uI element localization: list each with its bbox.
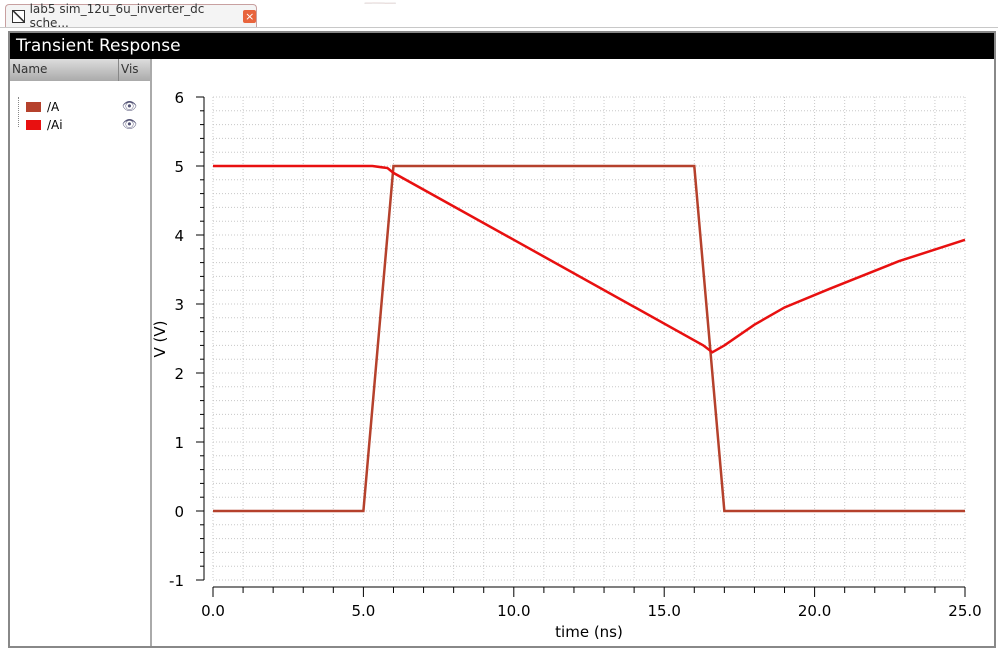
y-tick-label: 5 — [174, 158, 184, 176]
y-tick-label: 4 — [174, 227, 184, 245]
series-A — [213, 164, 965, 513]
y-tick-label: 6 — [174, 89, 184, 107]
y-tick-label: 0 — [174, 503, 184, 521]
y-axis-label: V (V) — [151, 321, 169, 358]
y-tick-label: -1 — [169, 572, 184, 590]
x-tick-label: 15.0 — [647, 602, 680, 620]
plot-area[interactable]: 0.0 5.0 10.0 15.0 20.0 25.0 6 5 4 3 2 1 0 -1 time (ns)… — [0, 0, 998, 649]
x-tick-label: 20.0 — [798, 602, 831, 620]
x-tick-label: 0.0 — [201, 602, 225, 620]
y-tick-label: 3 — [174, 296, 184, 314]
y-tick-label: 2 — [174, 365, 184, 383]
x-tick-label: 25.0 — [948, 602, 981, 620]
x-axis-label: time (ns) — [555, 623, 623, 641]
y-tick-label: 1 — [174, 434, 184, 452]
x-tick-label: 10.0 — [497, 602, 530, 620]
x-tick-label: 5.0 — [351, 602, 375, 620]
